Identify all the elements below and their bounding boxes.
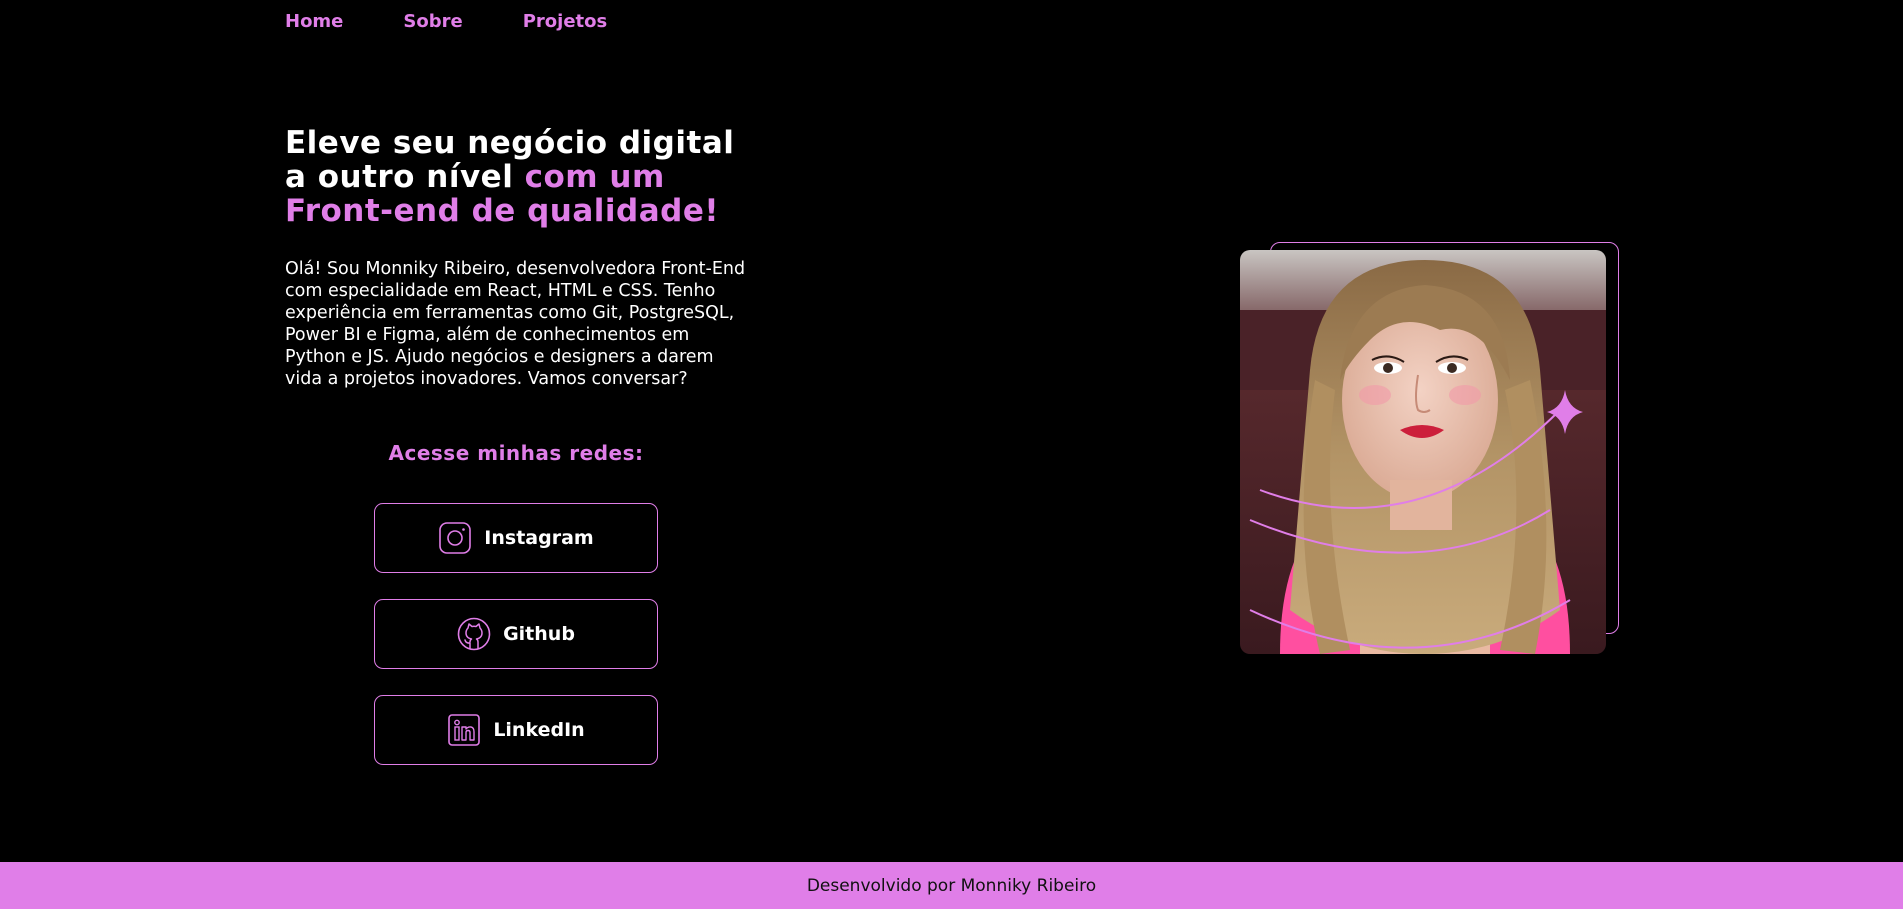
hero-title-line2-accent: com um bbox=[524, 159, 665, 195]
instagram-icon bbox=[438, 521, 472, 555]
instagram-button[interactable]: Instagram bbox=[374, 503, 658, 573]
nav-link-sobre[interactable]: Sobre bbox=[403, 10, 462, 34]
linkedin-button[interactable]: LinkedIn bbox=[374, 695, 658, 765]
hero-title: Eleve seu negócio digital a outro nível … bbox=[285, 126, 765, 228]
footer: Desenvolvido por Monniky Ribeiro bbox=[0, 862, 1903, 909]
linkedin-button-label: LinkedIn bbox=[493, 719, 585, 741]
github-button-label: Github bbox=[503, 623, 575, 645]
hero-title-line2: a outro nível bbox=[285, 159, 525, 195]
linkedin-icon bbox=[447, 713, 481, 747]
nav-link-home[interactable]: Home bbox=[285, 10, 343, 34]
github-button[interactable]: Github bbox=[374, 599, 658, 669]
networks-title: Acesse minhas redes: bbox=[388, 441, 644, 465]
main-nav: Home Sobre Projetos bbox=[285, 10, 607, 34]
github-icon bbox=[457, 617, 491, 651]
hero-title-line1: Eleve seu negócio digital bbox=[285, 125, 735, 161]
hero-title-line3-accent: Front-end de qualidade! bbox=[285, 193, 720, 229]
instagram-button-label: Instagram bbox=[484, 527, 594, 549]
profile-photo bbox=[1240, 250, 1606, 654]
footer-text: Desenvolvido por Monniky Ribeiro bbox=[806, 875, 1097, 896]
nav-link-projetos[interactable]: Projetos bbox=[523, 10, 608, 34]
hero-description: Olá! Sou Monniky Ribeiro, desenvolvedora… bbox=[285, 259, 746, 389]
